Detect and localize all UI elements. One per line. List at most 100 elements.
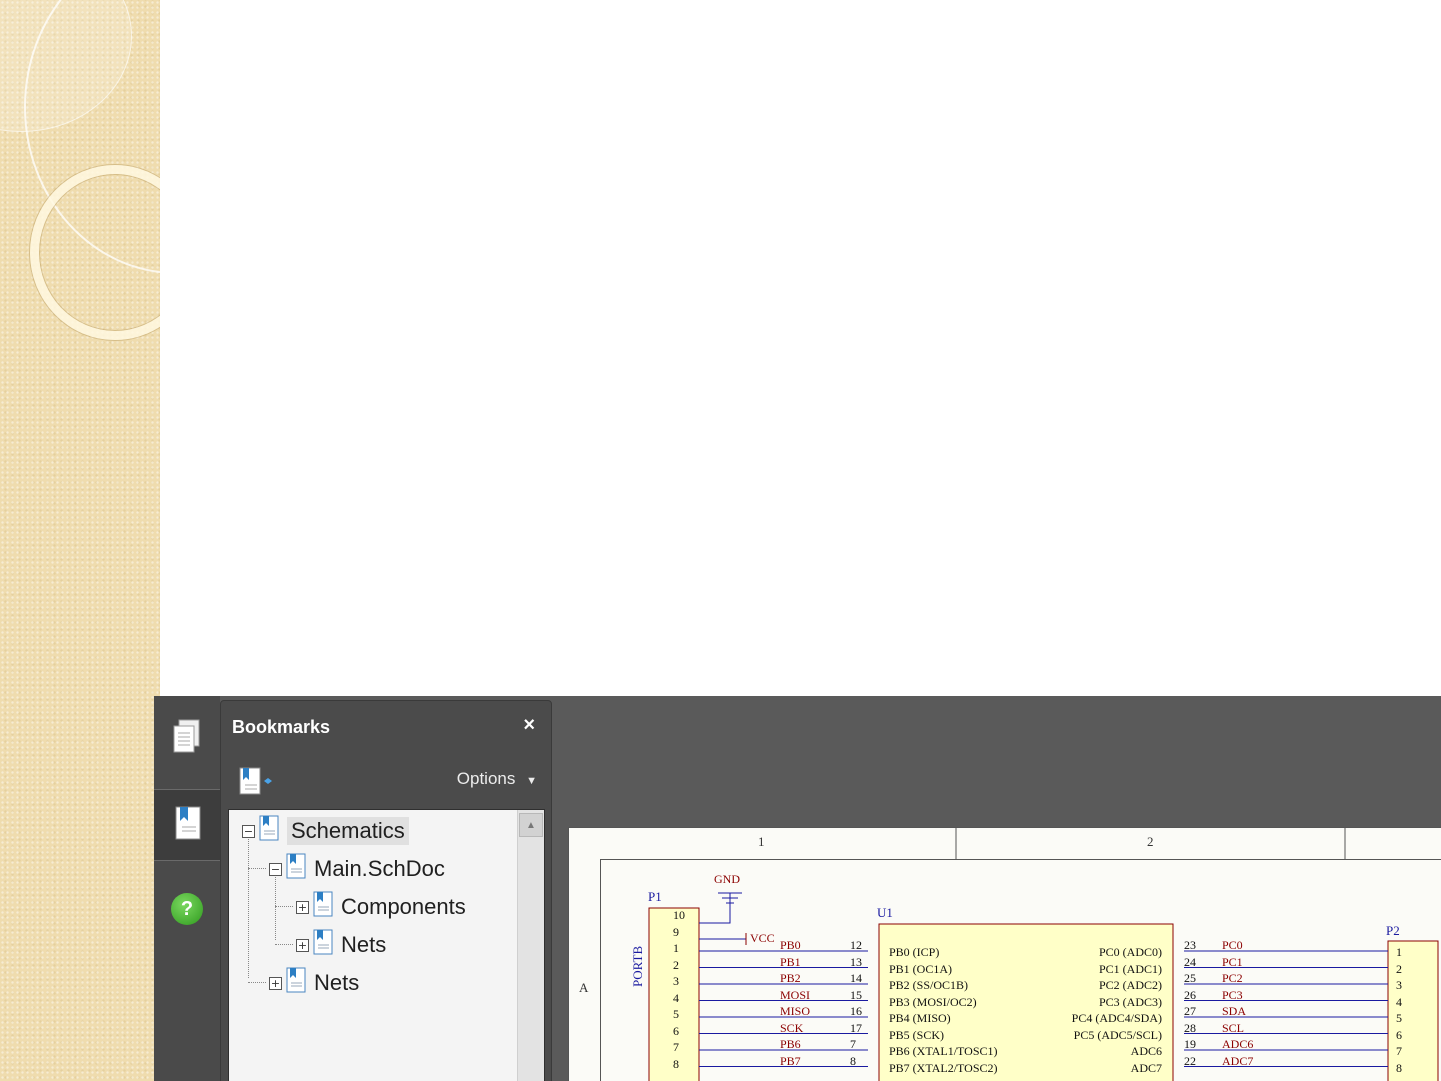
bookmark-icon — [286, 967, 306, 999]
mcu-pin-name: PB5 (SCK) — [889, 1027, 945, 1042]
pages-button[interactable] — [154, 704, 220, 774]
net-label: PB1 — [780, 954, 801, 969]
net-label: ADC6 — [1222, 1037, 1254, 1051]
bookmark-tree: − Schematics − Main.SchDoc + Components — [228, 809, 545, 1081]
connector-pin-number: 2 — [673, 957, 679, 972]
mcu-pin-name: PB0 (ICP) — [889, 945, 940, 959]
tree-item-components[interactable]: + Components — [296, 890, 466, 924]
connector-pin-number: 3 — [673, 974, 679, 988]
net-label: MOSI — [780, 987, 811, 1002]
connector-pin-number: 4 — [1396, 994, 1402, 1009]
net-label: PC2 — [1222, 971, 1243, 985]
mcu-pin-number: 16 — [850, 1004, 862, 1018]
zone-column-label: 2 — [1147, 834, 1154, 849]
help-button[interactable]: ? — [154, 874, 220, 944]
connector-pin-number: 10 — [673, 908, 685, 922]
bookmarks-button[interactable] — [154, 789, 220, 861]
mcu-pin-number: 28 — [1184, 1020, 1196, 1035]
net-label: SCL — [1222, 1020, 1245, 1035]
connector-pin-number: 6 — [1396, 1027, 1402, 1042]
tree-item-main-schdoc[interactable]: − Main.SchDoc — [269, 852, 445, 886]
schematic-frame — [568, 827, 1441, 1081]
net-label: PB0 — [780, 938, 801, 952]
mcu-pin-name: PC0 (ADC0) — [1098, 945, 1162, 959]
mcu-pin-number: 24 — [1184, 954, 1196, 969]
help-icon: ? — [171, 893, 203, 925]
mcu-pin-name: ADC7 — [1130, 1060, 1162, 1075]
mcu-pin-name: ADC6 — [1130, 1044, 1162, 1058]
options-menu[interactable]: Options ▼ — [457, 769, 537, 789]
mcu-pin-name: PB2 (SS/OC1B) — [889, 978, 969, 992]
connector-pin-number: 3 — [1396, 978, 1402, 992]
connector-pin-number: 5 — [1396, 1011, 1402, 1025]
mcu-pin-number: 27 — [1184, 1004, 1196, 1018]
net-label: PB2 — [780, 971, 801, 985]
options-label: Options — [456, 769, 516, 788]
net-label: ADC7 — [1222, 1053, 1254, 1068]
tree-scrollbar[interactable]: ▲ — [517, 810, 544, 1081]
mcu-pin-name: PB1 (OC1A) — [889, 961, 953, 976]
collapse-toggle-icon[interactable]: − — [269, 862, 282, 876]
mcu-pin-number: 22 — [1184, 1053, 1196, 1068]
mcu-pin-number: 17 — [850, 1020, 862, 1035]
net-label: PC0 — [1222, 938, 1243, 952]
zone-row-label: A — [579, 980, 589, 995]
new-bookmark-icon — [237, 767, 277, 801]
tree-item-label: Schematics — [287, 817, 409, 845]
mcu-pin-name: PB7 (XTAL2/TOSC2) — [889, 1060, 998, 1075]
scroll-up-button[interactable]: ▲ — [519, 813, 543, 837]
mcu-pin-number: 19 — [1184, 1037, 1196, 1051]
mcu-pin-name: PC3 (ADC3) — [1098, 994, 1162, 1009]
tree-item-label: Main.SchDoc — [314, 856, 445, 881]
mcu-pin-number: 26 — [1184, 987, 1196, 1002]
connector-pin-number: 7 — [673, 1040, 679, 1054]
vcc-label: VCC — [750, 931, 775, 945]
zone-column-label: 1 — [758, 834, 765, 849]
mcu-designator: U1 — [877, 905, 893, 920]
pages-icon — [170, 717, 204, 762]
tree-item-schematics[interactable]: − Schematics — [242, 814, 409, 848]
net-label: PB7 — [780, 1053, 801, 1068]
connector-pin-number: 7 — [1396, 1044, 1402, 1058]
mcu-pin-name: PC2 (ADC2) — [1098, 978, 1162, 992]
tree-item-label: Nets — [341, 932, 387, 957]
tree-item-nets[interactable]: + Nets — [269, 966, 359, 1000]
net-label: PC1 — [1222, 954, 1243, 969]
connector-designator: P1 — [648, 889, 662, 904]
connector-pin-number: 4 — [673, 990, 679, 1005]
bookmarks-panel: Bookmarks × Options ▼ − Schematics − Mai… — [220, 700, 552, 1081]
expand-toggle-icon[interactable]: + — [296, 900, 309, 914]
connector-pin-number: 5 — [673, 1007, 679, 1021]
collapse-toggle-icon[interactable]: − — [242, 824, 255, 838]
mcu-pin-name: PB4 (MISO) — [889, 1011, 951, 1025]
bookmark-icon — [313, 929, 333, 961]
expand-toggle-icon[interactable]: + — [296, 938, 309, 952]
new-bookmark-button[interactable] — [237, 765, 277, 802]
tree-item-label: Nets — [314, 970, 360, 995]
mcu-pin-number: 7 — [850, 1037, 856, 1051]
net-label: PB6 — [780, 1037, 801, 1051]
mcu-pin-number: 25 — [1184, 971, 1196, 985]
connector-designator: P2 — [1386, 923, 1400, 938]
document-page: 1 2 A P1 PORTB GND VCC U1 P2 10 9 1 2 3 4 5 6 7 8… — [568, 827, 1441, 1081]
expand-toggle-icon[interactable]: + — [269, 976, 282, 990]
connector-pin-number: 2 — [1396, 961, 1402, 976]
mcu-pin-name: PB3 (MOSI/OC2) — [889, 994, 977, 1009]
navigation-rail: ? — [154, 696, 220, 1081]
connector-pin-number: 6 — [673, 1023, 679, 1038]
net-label: MISO — [780, 1004, 811, 1018]
bookmark-icon — [313, 891, 333, 923]
net-label: SDA — [1222, 1004, 1247, 1018]
net-label: PC3 — [1222, 987, 1243, 1002]
connector-pin-number: 8 — [673, 1056, 679, 1071]
mcu-pin-name: PC1 (ADC1) — [1098, 961, 1162, 976]
chevron-down-icon: ▼ — [526, 775, 537, 787]
connector-pin-number: 1 — [1396, 945, 1402, 959]
connector-pin-number: 8 — [1396, 1060, 1402, 1075]
close-panel-button[interactable]: × — [523, 714, 535, 737]
bookmark-icon — [286, 853, 306, 885]
panel-title: Bookmarks — [232, 717, 331, 737]
mcu-pin-name: PB6 (XTAL1/TOSC1) — [889, 1044, 998, 1058]
mcu-pin-name: PC5 (ADC5/SCL) — [1073, 1027, 1162, 1042]
tree-item-nets-child[interactable]: + Nets — [296, 928, 386, 962]
